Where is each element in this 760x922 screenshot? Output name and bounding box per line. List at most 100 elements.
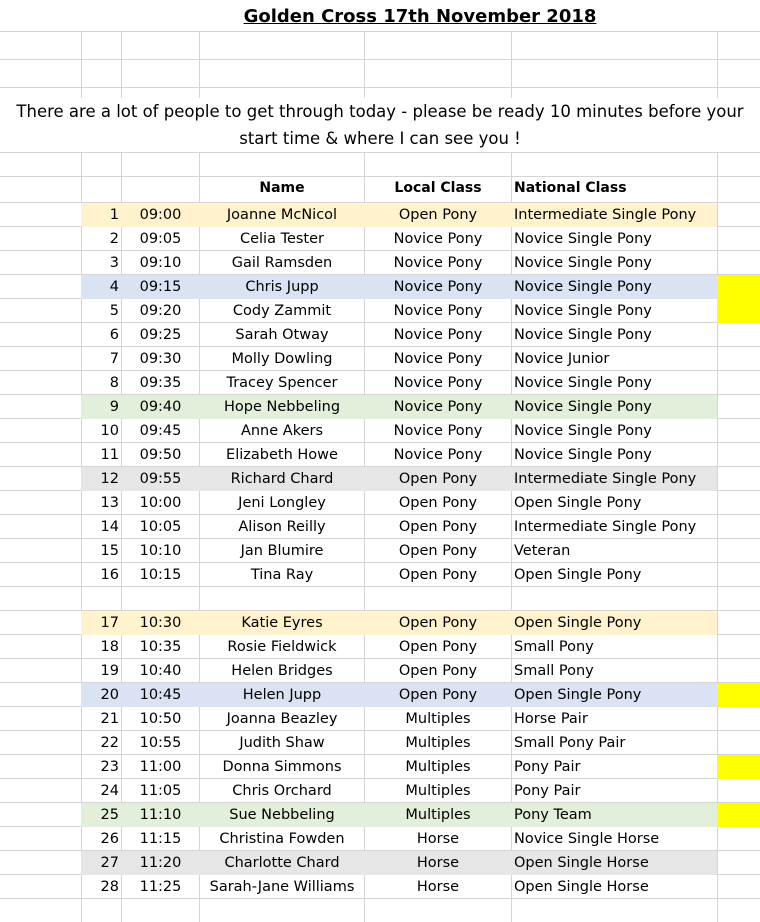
competitor-name: Richard Chard — [230, 471, 334, 487]
start-time — [122, 587, 199, 611]
start-time: 11:15 — [139, 831, 182, 847]
row-number: 22 — [100, 735, 119, 751]
row-number: 14 — [100, 519, 119, 535]
competitor-name: Sarah-Jane Williams — [209, 879, 355, 895]
national-class: Novice Single Pony — [514, 375, 652, 391]
local-class: Open Pony — [398, 639, 478, 655]
local-class: Open Pony — [398, 519, 478, 535]
competitor-name: Sue Nebbeling — [229, 807, 335, 823]
local-class: Novice Pony — [393, 375, 483, 391]
local-class: Open Pony — [398, 471, 478, 487]
start-time: 11:25 — [139, 879, 182, 895]
local-class: Horse — [416, 831, 460, 847]
competitor-name: Jeni Longley — [238, 495, 326, 511]
start-time: 10:15 — [139, 567, 182, 583]
row-number: 27 — [100, 855, 119, 871]
competitor-name — [200, 587, 364, 611]
competitor-name: Tina Ray — [250, 567, 314, 583]
national-class: Open Single Pony — [514, 615, 642, 631]
competitor-name: Cody Zammit — [232, 303, 332, 319]
local-class: Multiples — [405, 759, 471, 775]
local-class: Novice Pony — [393, 327, 483, 343]
competitor-name: Katie Eyres — [241, 615, 323, 631]
start-time: 10:45 — [139, 687, 182, 703]
national-class: Novice Single Pony — [514, 255, 652, 271]
national-class: Pony Pair — [514, 759, 581, 775]
local-class: Open Pony — [398, 543, 478, 559]
competitor-name: Chris Jupp — [245, 279, 319, 295]
national-class: Novice Single Pony — [514, 423, 652, 439]
competitor-name: Judith Shaw — [239, 735, 325, 751]
yellow-marker-cell — [717, 683, 760, 707]
start-time: 10:05 — [139, 519, 182, 535]
local-class: Horse — [416, 855, 460, 871]
competitor-name: Celia Tester — [239, 231, 325, 247]
competitor-name: Sarah Otway — [235, 327, 329, 343]
start-time: 11:10 — [139, 807, 182, 823]
national-class: Open Single Pony — [514, 567, 642, 583]
local-class: Novice Pony — [393, 423, 483, 439]
row-number: 28 — [100, 879, 119, 895]
start-time: 11:05 — [139, 783, 182, 799]
start-time: 09:20 — [139, 303, 182, 319]
national-class: Open Single Pony — [514, 687, 642, 703]
competitor-name: Gail Ramsden — [231, 255, 333, 271]
competitor-name: Joanne McNicol — [226, 207, 338, 223]
yellow-marker-cell — [717, 803, 760, 827]
start-time: 10:00 — [139, 495, 182, 511]
grid-row-line — [0, 152, 760, 153]
national-class: Novice Junior — [514, 351, 610, 367]
local-class: Novice Pony — [393, 231, 483, 247]
national-class: Novice Single Pony — [514, 231, 652, 247]
local-class — [365, 587, 511, 611]
competitor-name: Rosie Fieldwick — [227, 639, 337, 655]
row-number: 19 — [100, 663, 119, 679]
row-number: 25 — [100, 807, 119, 823]
national-class: Novice Single Pony — [514, 327, 652, 343]
national-class: Small Pony — [514, 663, 594, 679]
competitor-name: Alison Reilly — [238, 519, 326, 535]
competitor-name: Helen Jupp — [242, 687, 322, 703]
row-number: 6 — [109, 327, 119, 343]
local-class: Horse — [416, 879, 460, 895]
national-class: Open Single Horse — [514, 879, 649, 895]
start-time: 09:50 — [139, 447, 182, 463]
competitor-name: Hope Nebbeling — [223, 399, 341, 415]
spreadsheet: Golden Cross 17th November 2018 There ar… — [0, 0, 760, 922]
row-number: 26 — [100, 831, 119, 847]
start-time: 11:00 — [139, 759, 182, 775]
start-time: 10:35 — [139, 639, 182, 655]
start-time: 09:45 — [139, 423, 182, 439]
row-number: 5 — [109, 303, 119, 319]
competitor-name: Christina Fowden — [219, 831, 345, 847]
national-class: Horse Pair — [514, 711, 588, 727]
row-number: 20 — [100, 687, 119, 703]
national-class: Intermediate Single Pony — [514, 471, 697, 487]
competitor-name: Jan Blumire — [240, 543, 324, 559]
competitor-name: Joanna Beazley — [226, 711, 338, 727]
start-time: 10:50 — [139, 711, 182, 727]
national-class: Novice Single Pony — [514, 447, 652, 463]
notice-line-2: start time & where I can see you ! — [239, 129, 521, 148]
start-time: 10:55 — [139, 735, 182, 751]
start-time: 09:40 — [139, 399, 182, 415]
row-number: 4 — [109, 279, 119, 295]
row-number: 3 — [109, 255, 119, 271]
national-class: Veteran — [514, 543, 571, 559]
competitor-name: Donna Simmons — [222, 759, 342, 775]
sheet-title: Golden Cross 17th November 2018 — [200, 4, 640, 30]
notice-line-1: There are a lot of people to get through… — [16, 102, 744, 121]
national-class — [514, 587, 717, 611]
competitor-name: Chris Orchard — [232, 783, 332, 799]
local-class: Open Pony — [398, 495, 478, 511]
competitor-name: Charlotte Chard — [224, 855, 340, 871]
national-class: Novice Single Pony — [514, 303, 652, 319]
start-time: 09:35 — [139, 375, 182, 391]
row-number: 1 — [109, 207, 119, 223]
row-number: 9 — [109, 399, 119, 415]
yellow-marker-cell — [717, 275, 760, 299]
row-number: 15 — [100, 543, 119, 559]
row-number — [81, 587, 121, 611]
header-local-class: Local Class — [394, 180, 482, 196]
row-number: 7 — [109, 351, 119, 367]
